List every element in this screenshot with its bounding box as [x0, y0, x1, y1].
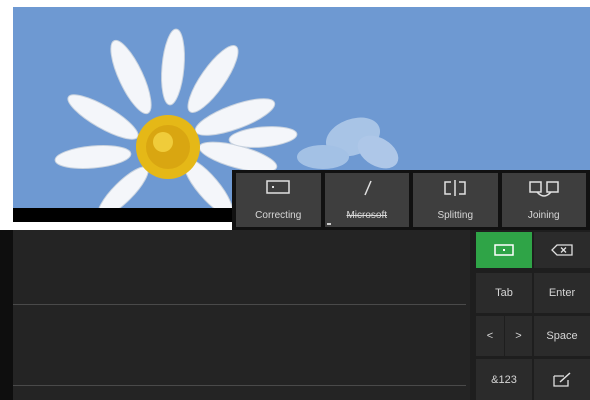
keyboard-switch-key[interactable]: [534, 359, 590, 400]
joining-icon: [529, 181, 559, 197]
enter-key[interactable]: Enter: [534, 273, 590, 313]
backspace-icon: [551, 244, 573, 256]
strikethrough-slash-icon: [364, 180, 372, 196]
insert-key[interactable]: [476, 232, 532, 268]
panel-left-edge: [0, 230, 13, 400]
gesture-joining[interactable]: Joining: [501, 173, 586, 227]
gesture-label-splitting: Splitting: [437, 210, 474, 221]
writing-guide-line: [0, 304, 466, 305]
writing-guide-line: [0, 385, 466, 386]
cursor-right-key[interactable]: >: [505, 316, 532, 356]
cursor-left-key[interactable]: <: [476, 316, 504, 356]
handwriting-input-area[interactable]: [0, 230, 470, 400]
insert-text-icon: [494, 244, 514, 256]
gesture-label-microsoft: Microsoft: [346, 210, 388, 221]
symbols-key[interactable]: &123: [476, 359, 532, 400]
handwriting-pen-icon: [553, 371, 571, 387]
gesture-hints-bar: Correcting Microsoft Splitting Joining: [232, 170, 590, 230]
correcting-icon: [266, 180, 290, 194]
splitting-icon: [444, 180, 466, 196]
text-cursor-mark: [326, 223, 331, 225]
wallpaper-bottom-strip: [13, 208, 238, 222]
gesture-label-joining: Joining: [527, 210, 560, 221]
gesture-splitting[interactable]: Splitting: [413, 173, 498, 227]
handwriting-panel: Tab Enter < > Space &123: [0, 230, 590, 400]
backspace-key[interactable]: [534, 232, 590, 268]
keypad: Tab Enter < > Space &123: [472, 230, 590, 400]
gesture-strikethrough[interactable]: Microsoft: [324, 173, 409, 227]
gesture-correcting[interactable]: Correcting: [236, 173, 321, 227]
tab-key[interactable]: Tab: [476, 273, 532, 313]
gesture-label-correcting: Correcting: [255, 210, 302, 221]
space-key[interactable]: Space: [534, 316, 590, 356]
